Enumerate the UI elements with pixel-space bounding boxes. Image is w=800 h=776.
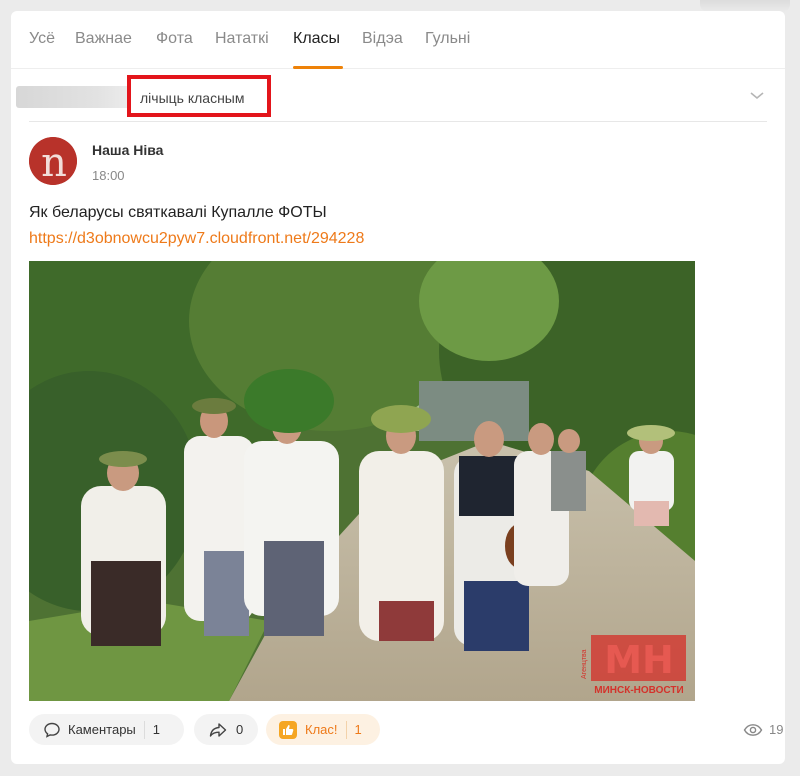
like-count: 1 [354, 722, 362, 737]
pill-divider [345, 720, 347, 739]
tab-notes[interactable]: Нататкі [215, 30, 269, 48]
comments-label: Каментары [68, 722, 136, 737]
post-time: 18:00 [92, 168, 125, 183]
tab-important[interactable]: Важнае [75, 30, 132, 48]
comments-button[interactable]: Каментары 1 [29, 714, 184, 745]
divider [29, 121, 767, 122]
thumbs-up-icon [279, 720, 297, 739]
eye-icon [743, 723, 763, 736]
chevron-down-icon[interactable] [748, 87, 766, 105]
tab-games[interactable]: Гульні [425, 30, 470, 48]
comment-icon [44, 722, 60, 738]
share-button[interactable]: 0 [194, 714, 258, 745]
tab-video[interactable]: Відэа [362, 30, 403, 48]
avatar-letter: n [41, 140, 67, 185]
watermark-small: Агенцтва [581, 649, 588, 679]
photo-watermark: МН МИНСК-НОВОСТИ Агенцтва [581, 635, 686, 696]
author-avatar[interactable]: n [29, 137, 77, 185]
watermark-caption: МИНСК-НОВОСТИ [594, 685, 683, 696]
post-actions: Каментары 1 0 Клас! 1 19 [29, 714, 785, 746]
blurred-user-names [16, 86, 131, 108]
like-label: Клас! [305, 722, 338, 737]
tab-photos[interactable]: Фота [156, 30, 193, 48]
views-counter: 19 [743, 722, 783, 737]
like-button[interactable]: Клас! 1 [266, 714, 380, 745]
post-author[interactable]: Наша Ніва [92, 142, 163, 158]
liked-by-line: лічыць класным [11, 70, 785, 122]
comments-count: 1 [152, 722, 160, 737]
tab-all[interactable]: Усё [29, 30, 55, 48]
active-tab-indicator [293, 66, 343, 69]
pill-divider [143, 720, 145, 739]
post-photo[interactable]: МН МИНСК-НОВОСТИ Агенцтва [29, 261, 695, 701]
watermark-logo: МН [604, 638, 674, 682]
views-count: 19 [769, 722, 784, 737]
share-arrow-icon [209, 722, 227, 737]
feed-tabs: Усё Важнае Фота Нататкі Класы Відэа Гуль… [11, 11, 785, 69]
post-text: Як беларусы святкавалі Купалле ФОТЫ [29, 204, 327, 221]
post-link[interactable]: https://d3obnowcu2pyw7.cloudfront.net/29… [29, 230, 364, 248]
feed-card: Усё Важнае Фота Нататкі Класы Відэа Гуль… [11, 11, 785, 764]
shares-count: 0 [236, 722, 244, 737]
highlight-box [127, 75, 271, 117]
tab-likes[interactable]: Класы [293, 30, 340, 48]
